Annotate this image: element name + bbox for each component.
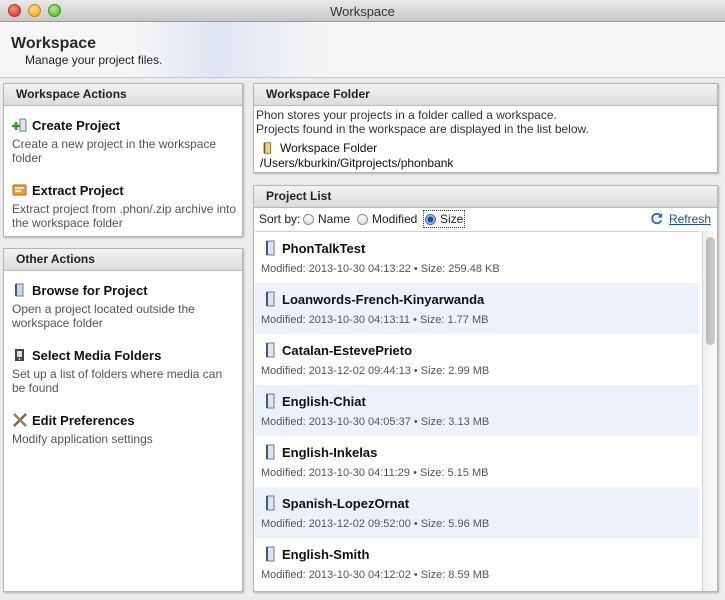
add-folder-icon: [12, 117, 28, 133]
media-folder-icon: [12, 347, 28, 363]
project-list-scrollbar[interactable]: [702, 231, 717, 591]
edit-preferences-description: Modify application settings: [12, 432, 153, 446]
project-folder-icon: [263, 393, 279, 409]
refresh-icon: [649, 211, 664, 226]
workspace-folder-path: /Users/kburkin/Gitprojects/phonbank: [260, 156, 454, 170]
select-media-folders-action[interactable]: Select Media Folders Set up a list of fo…: [12, 347, 237, 396]
folder-icon: [261, 141, 275, 155]
window-title: Workspace: [330, 4, 395, 19]
project-name: English-Chiat: [282, 393, 366, 409]
sort-by-label: Sort by:: [259, 212, 301, 226]
sort-by-modified-label: Modified: [372, 212, 418, 226]
scrollbar-thumb[interactable]: [706, 237, 715, 345]
archive-icon: [12, 182, 28, 198]
edit-preferences-action[interactable]: Edit Preferences Modify application sett…: [12, 412, 237, 447]
project-row[interactable]: Loanwords-French-Kinyarwanda Modified: 2…: [255, 283, 699, 334]
radio-indicator: [357, 213, 368, 225]
project-folder-icon: [263, 495, 279, 511]
extract-project-label: Extract Project: [32, 182, 124, 198]
workspace-folder-heading: Workspace Folder: [254, 84, 717, 106]
radio-indicator: [425, 213, 436, 225]
project-meta: Modified: 2013-10-30 04:12:02 • Size: 8.…: [261, 569, 490, 581]
folder-icon: [12, 282, 28, 298]
create-project-label: Create Project: [32, 117, 121, 133]
sort-by-name-radio[interactable]: Name: [303, 212, 350, 226]
select-media-folders-description: Set up a list of folders where media can…: [12, 367, 223, 395]
page-title: Workspace: [11, 35, 97, 52]
sort-by-name-label: Name: [318, 212, 351, 226]
project-name: Spanish-LopezOrnat: [282, 495, 410, 511]
browse-project-description: Open a project located outside the works…: [12, 302, 195, 330]
sort-by-size-radio[interactable]: Size: [422, 210, 466, 228]
refresh-label: Refresh: [668, 211, 711, 226]
tools-icon: [12, 412, 28, 428]
other-actions-heading: Other Actions: [4, 249, 242, 271]
project-row[interactable]: English-Smith Modified: 2013-10-30 04:12…: [255, 538, 699, 589]
project-list[interactable]: PhonTalkTest Modified: 2013-10-30 04:13:…: [255, 231, 699, 591]
project-meta: Modified: 2013-10-30 04:05:37 • Size: 3.…: [261, 416, 490, 428]
project-name: Catalan-EstevePrieto: [282, 342, 413, 358]
project-name: English-Inkelas: [282, 444, 378, 460]
project-meta: Modified: 2013-10-30 04:13:11 • Size: 1.…: [261, 314, 489, 326]
create-project-action[interactable]: Create Project Create a new project in t…: [12, 117, 237, 165]
title-bar: Workspace: [0, 0, 725, 22]
project-meta: Modified: 2013-10-30 04:13:22 • Size: 25…: [261, 263, 500, 275]
project-name: Loanwords-French-Kinyarwanda: [282, 291, 485, 307]
workspace-actions-panel: Workspace Actions Create Project Create …: [3, 83, 243, 237]
edit-preferences-label: Edit Preferences: [32, 412, 135, 428]
project-row[interactable]: Catalan-EstevePrieto Modified: 2013-12-0…: [255, 334, 699, 385]
project-folder-icon: [263, 444, 279, 460]
sort-bar: Sort by: Name Modified Size Refresh: [254, 208, 717, 230]
project-meta: Modified: 2013-12-02 09:52:00 • Size: 5.…: [261, 518, 490, 530]
workspace-window: Workspace Workspace Manage your project …: [0, 0, 725, 600]
radio-indicator: [303, 213, 314, 225]
sort-by-size-label: Size: [440, 212, 464, 226]
other-actions-panel: Other Actions Browse for Project Open a …: [3, 248, 243, 592]
workspace-folder-link-label: Workspace Folder: [280, 141, 378, 155]
project-folder-icon: [263, 546, 279, 562]
project-list-panel: Project List Sort by: Name Modified Size…: [253, 185, 718, 592]
workspace-folder-info-line2: Projects found in the workspace are disp…: [256, 122, 589, 136]
page-subtitle: Manage your project files.: [25, 53, 163, 67]
page-header: Workspace Manage your project files.: [0, 22, 725, 78]
create-project-description: Create a new project in the workspace fo…: [12, 137, 217, 165]
project-list-heading: Project List: [254, 186, 717, 208]
extract-project-action[interactable]: Extract Project Extract project from .ph…: [12, 182, 237, 231]
project-folder-icon: [263, 342, 279, 358]
project-name: PhonTalkTest: [282, 240, 366, 256]
project-row[interactable]: English-Inkelas Modified: 2013-10-30 04:…: [255, 436, 699, 487]
workspace-folder-info-line1: Phon stores your projects in a folder ca…: [256, 108, 557, 122]
refresh-link[interactable]: Refresh: [649, 211, 711, 226]
project-folder-icon: [263, 240, 279, 256]
workspace-folder-link[interactable]: Workspace Folder: [261, 141, 717, 155]
select-media-folders-label: Select Media Folders: [32, 347, 162, 363]
sort-by-modified-radio[interactable]: Modified: [357, 212, 417, 226]
project-meta: Modified: 2013-12-02 09:44:13 • Size: 2.…: [261, 365, 490, 377]
workspace-actions-heading: Workspace Actions: [4, 84, 242, 106]
project-row[interactable]: PhonTalkTest Modified: 2013-10-30 04:13:…: [255, 232, 699, 283]
project-row[interactable]: Spanish-LopezOrnat Modified: 2013-12-02 …: [255, 487, 699, 538]
browse-project-label: Browse for Project: [32, 282, 148, 298]
project-folder-icon: [263, 291, 279, 307]
project-row[interactable]: English-Chiat Modified: 2013-10-30 04:05…: [255, 385, 699, 436]
workspace-folder-panel: Workspace Folder Phon stores your projec…: [253, 83, 718, 173]
browse-project-action[interactable]: Browse for Project Open a project locate…: [12, 282, 237, 331]
project-meta: Modified: 2013-10-30 04:11:29 • Size: 5.…: [261, 467, 489, 479]
extract-project-description: Extract project from .phon/.zip archive …: [12, 202, 237, 230]
project-name: English-Smith: [282, 546, 370, 562]
